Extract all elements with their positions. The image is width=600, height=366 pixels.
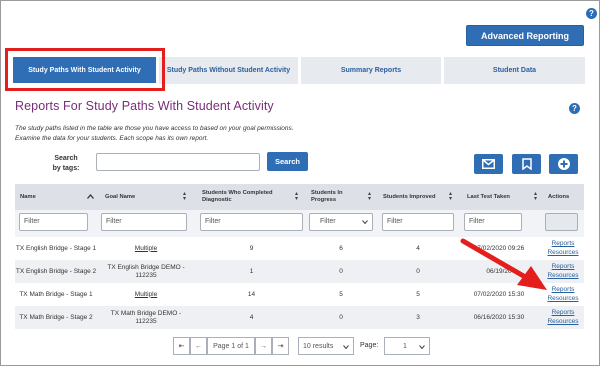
column-header-name[interactable]: Name (20, 184, 80, 210)
sort-icon[interactable]: ▴ ▾ (449, 191, 452, 202)
cell-goal-link[interactable]: Multiple (101, 237, 191, 260)
cell-completed: 9 (249, 244, 254, 252)
cell-improved: 0 (416, 267, 420, 275)
resources-link[interactable]: Resources (546, 317, 580, 326)
search-button[interactable]: Search (267, 152, 308, 171)
email-button[interactable] (474, 154, 503, 174)
search-tags-input[interactable] (96, 153, 260, 171)
filter-progress-select[interactable]: Filter (309, 213, 373, 231)
cell-name: TX Math Bridge - Stage 1 (19, 290, 93, 298)
cell-improved: 4 (416, 244, 420, 252)
filter-goal-input[interactable]: Filter (101, 213, 187, 231)
last-page-button[interactable]: ⇥ (272, 337, 289, 355)
chevron-down-icon (343, 345, 349, 349)
filter-row: Filter Filter Filter Filter Filter Filte… (15, 210, 584, 237)
page-title: Reports For Study Paths With Student Act… (15, 99, 274, 113)
sort-icon[interactable]: ▴ ▾ (534, 191, 537, 202)
cell-name: TX Math Bridge - Stage 2 (19, 313, 93, 321)
sort-icon[interactable]: ▴ ▾ (295, 191, 298, 202)
tab-study-paths-without-activity[interactable]: Study Paths Without Student Activity (159, 57, 298, 84)
envelope-icon (482, 159, 495, 169)
filter-improved-input[interactable]: Filter (382, 213, 454, 231)
cell-in-progress: 0 (339, 267, 343, 275)
filter-progress-value: Filter (320, 218, 336, 225)
tab-student-data[interactable]: Student Data (444, 57, 585, 84)
advanced-reporting-button[interactable]: Advanced Reporting (466, 25, 584, 46)
cell-last-test: 06/16/2020 15:30 (473, 313, 525, 321)
description-line-2: Examine the data for your students. Each… (15, 135, 209, 142)
reports-link[interactable]: Reports (546, 308, 580, 317)
chevron-down-icon (419, 345, 425, 349)
results-per-page-select[interactable]: 10 results (298, 337, 354, 355)
sort-icon[interactable]: ▴ ▾ (183, 191, 186, 202)
filter-name-input[interactable]: Filter (19, 213, 88, 231)
bookmark-icon (521, 158, 532, 170)
prev-page-button[interactable]: ← (190, 337, 207, 355)
column-header-last-test[interactable]: Last Test Taken (467, 184, 532, 210)
section-description: The study paths listed in the table are … (15, 124, 294, 144)
page-select[interactable]: 1 (384, 337, 430, 355)
search-label: Search by tags: (46, 154, 86, 174)
column-header-completed[interactable]: Students Who Completed Diagnostic (202, 184, 287, 210)
filter-actions-placeholder (545, 213, 578, 231)
column-header-improved[interactable]: Students Improved (383, 184, 453, 210)
annotation-arrow-icon (460, 238, 547, 290)
sort-up-icon[interactable] (87, 194, 94, 199)
add-button[interactable] (549, 154, 578, 174)
cell-name: TX English Bridge - Stage 1 (15, 244, 97, 252)
plus-icon (557, 158, 570, 170)
column-header-goal[interactable]: Goal Name (105, 184, 175, 210)
search-label-line-2: by tags: (52, 165, 80, 172)
results-per-page-value: 10 results (303, 342, 334, 350)
filter-last-test-input[interactable]: Filter (464, 213, 522, 231)
cell-improved: 5 (416, 290, 420, 298)
table-header: Name Goal Name ▴ ▾ Students Who Completed… (15, 184, 584, 210)
cell-name: TX English Bridge - Stage 2 (15, 267, 97, 275)
bookmark-button[interactable] (512, 154, 541, 174)
cell-completed: 14 (247, 290, 256, 298)
table-row: TX Math Bridge - Stage 2 TX Math Bridge … (15, 306, 584, 329)
filter-completed-input[interactable]: Filter (200, 213, 303, 231)
page-select-value: 1 (403, 342, 407, 350)
next-page-button[interactable]: → (255, 337, 272, 355)
highlight-box (5, 48, 165, 91)
tab-summary-reports[interactable]: Summary Reports (301, 57, 441, 84)
sort-icon[interactable]: ▴ ▾ (368, 191, 371, 202)
column-header-in-progress[interactable]: Students In Progress (311, 184, 361, 210)
first-page-button[interactable]: ⇤ (173, 337, 190, 355)
description-line-1: The study paths listed in the table are … (15, 125, 294, 132)
page-select-label: Page: (360, 342, 379, 349)
cell-in-progress: 6 (339, 244, 343, 252)
cell-improved: 3 (416, 313, 420, 321)
chevron-down-icon (362, 220, 368, 224)
cell-goal-link[interactable]: Multiple (101, 283, 191, 306)
cell-goal: TX Math Bridge DEMO - 112235 (110, 309, 182, 325)
cell-completed: 1 (249, 267, 254, 275)
cell-completed: 4 (249, 313, 254, 321)
cell-goal: TX English Bridge DEMO - 112235 (107, 263, 185, 279)
row-actions: Reports Resources (546, 308, 580, 326)
column-header-actions: Actions (548, 193, 570, 200)
cell-in-progress: 0 (339, 313, 343, 321)
section-help-icon[interactable]: ? (569, 103, 580, 114)
search-label-line-1: Search (54, 155, 78, 162)
page-indicator: Page 1 of 1 (207, 337, 255, 355)
help-icon[interactable]: ? (586, 8, 597, 19)
cell-in-progress: 5 (339, 290, 343, 298)
